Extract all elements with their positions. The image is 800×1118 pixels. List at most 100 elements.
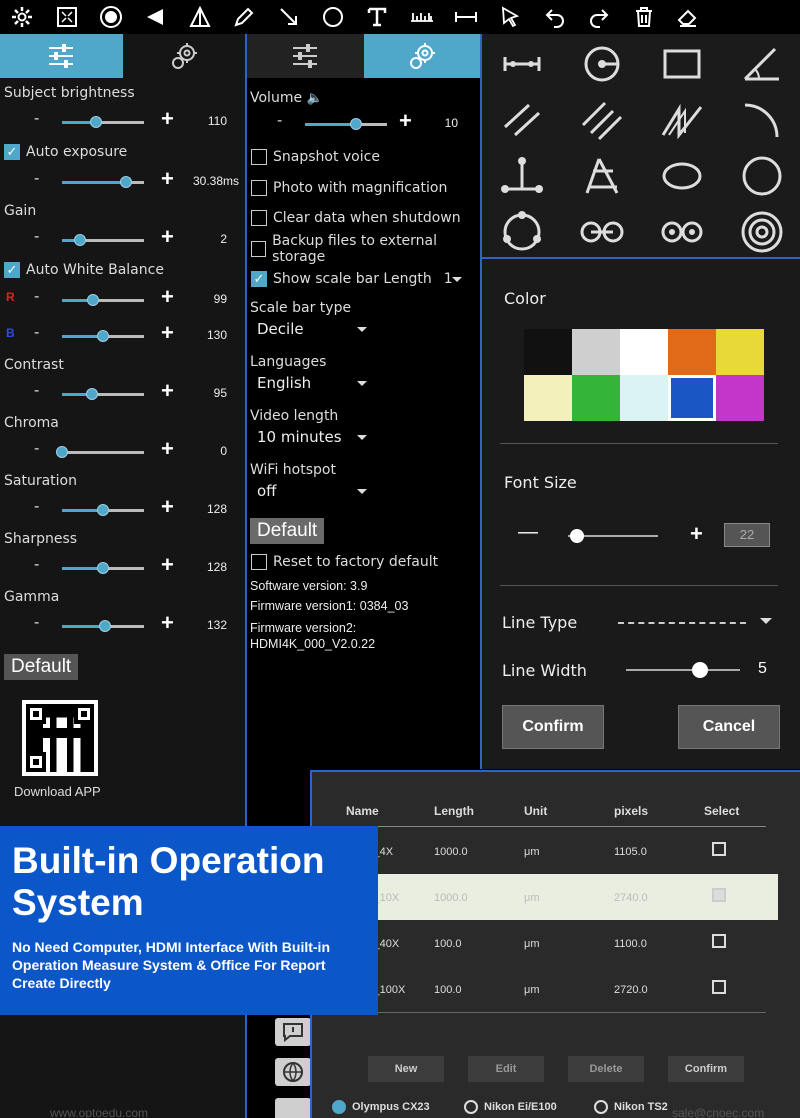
snapshot-voice-checkbox[interactable]: Snapshot voice [247,142,480,172]
slider-knob[interactable] [97,504,109,516]
two-circle-distance-icon[interactable] [562,204,642,260]
sharpness-minus-button[interactable]: - [34,556,39,574]
saturation-minus-button[interactable]: - [34,498,39,516]
delete-button[interactable]: Delete [568,1056,644,1082]
trash-icon[interactable] [621,0,665,34]
color-swatch[interactable] [572,375,620,421]
color-swatch[interactable] [524,375,572,421]
table-row[interactable]: CX23_40X 100.0 μm 1100.0 [342,920,778,966]
auto-exposure-checkbox[interactable]: ✓ Auto exposure [0,140,245,164]
circle-icon[interactable] [311,0,355,34]
fullscreen-icon[interactable] [44,0,88,34]
show-scale-bar-checkbox[interactable]: ✓ Show scale bar Length 1 [247,264,480,294]
color-swatch[interactable] [668,329,716,375]
two-line-angle-icon[interactable] [562,148,642,204]
edit-button[interactable]: Edit [468,1056,544,1082]
eraser-icon[interactable] [666,0,710,34]
brightness-minus-button[interactable]: - [34,110,39,128]
row-select-checkbox[interactable] [712,842,726,856]
line-measure-icon[interactable] [482,36,562,92]
exposure-slider[interactable] [62,176,144,188]
gain-minus-button[interactable]: - [34,228,39,246]
radio-nikon-ts2[interactable]: Nikon TS2 [594,1100,668,1114]
wifi-select[interactable]: off [247,478,371,504]
tab-adjust-secondary[interactable] [247,34,364,78]
contrast-slider[interactable] [62,388,144,400]
ellipse-icon[interactable] [642,148,722,204]
settings-icon[interactable] [0,0,44,34]
row-select-checkbox[interactable] [712,934,726,948]
language-select[interactable]: English [247,370,371,396]
triangle-left-icon[interactable] [133,0,177,34]
chevron-down-icon[interactable] [760,618,772,624]
ruler-icon[interactable] [400,0,444,34]
slider-knob[interactable] [87,294,100,306]
color-swatch[interactable] [620,329,668,375]
slider-knob[interactable] [56,446,68,458]
gain-plus-button[interactable]: + [161,224,174,250]
undo-icon[interactable] [533,0,577,34]
sharpness-plus-button[interactable]: + [161,552,174,578]
redo-icon[interactable] [577,0,621,34]
slider-knob[interactable] [97,330,109,342]
arc-icon[interactable] [722,92,800,148]
text-icon[interactable] [355,0,399,34]
slider-knob[interactable] [692,662,709,678]
triangle-icon[interactable] [178,0,222,34]
reset-factory-checkbox[interactable]: Reset to factory default [247,550,480,574]
font-size-slider[interactable] [568,529,658,543]
rectangle-icon[interactable] [642,36,722,92]
volume-plus-button[interactable]: + [399,108,412,134]
volume-minus-button[interactable]: - [277,112,282,130]
slider-knob[interactable] [119,176,132,188]
slider-knob[interactable] [74,234,87,246]
perpendicular-icon[interactable] [482,148,562,204]
row-select-checkbox[interactable] [712,888,726,902]
sharpness-slider[interactable] [62,562,144,574]
row-select-checkbox[interactable] [712,980,726,994]
tab-system-settings[interactable] [363,34,480,78]
font-size-plus-button[interactable]: + [690,521,703,547]
polyline-icon[interactable] [642,92,722,148]
middle-default-button[interactable]: Default [250,518,325,544]
brightness-slider[interactable] [62,116,144,128]
three-point-circle-icon[interactable] [482,204,562,260]
pointer-icon[interactable] [488,0,532,34]
globe-icon[interactable] [275,1058,311,1086]
confirm-button[interactable]: Confirm [502,705,604,749]
cancel-button[interactable]: Cancel [678,705,780,749]
slider-knob[interactable] [86,388,99,400]
table-confirm-button[interactable]: Confirm [668,1056,744,1082]
chevron-down-icon[interactable] [452,277,462,282]
new-button[interactable]: New [368,1056,444,1082]
color-swatch[interactable] [716,375,764,421]
circle-tool-icon[interactable] [722,148,800,204]
pencil-icon[interactable] [222,0,266,34]
auto-white-balance-checkbox[interactable]: ✓ Auto White Balance [0,258,245,282]
parallel-lines-icon[interactable] [482,92,562,148]
monitor-icon[interactable] [275,1098,311,1118]
tab-settings[interactable] [123,34,246,78]
chroma-plus-button[interactable]: + [161,436,174,462]
photo-magnification-checkbox[interactable]: Photo with magnification [247,172,480,203]
exposure-plus-button[interactable]: + [161,166,174,192]
color-swatch[interactable] [668,375,716,421]
color-swatch[interactable] [620,375,668,421]
contrast-minus-button[interactable]: - [34,382,39,400]
radio-nikon-ei[interactable]: Nikon Ei/E100 [464,1100,557,1114]
backup-files-checkbox[interactable]: Backup files to external storage [247,233,480,265]
measure-icon[interactable] [444,0,488,34]
gamma-slider[interactable] [62,620,144,632]
gain-slider[interactable] [62,234,144,246]
saturation-plus-button[interactable]: + [161,494,174,520]
slider-knob[interactable] [570,529,584,543]
slider-knob[interactable] [349,118,362,130]
red-minus-button[interactable]: - [34,288,39,306]
line-width-slider[interactable] [626,662,740,678]
exposure-minus-button[interactable]: - [34,170,39,188]
red-plus-button[interactable]: + [161,284,174,310]
slider-knob[interactable] [98,620,111,632]
table-row-selected[interactable]: CX23_10X 1000.0 μm 2740.0 [342,874,778,920]
radius-circle-icon[interactable] [562,36,642,92]
slider-knob[interactable] [90,116,103,128]
